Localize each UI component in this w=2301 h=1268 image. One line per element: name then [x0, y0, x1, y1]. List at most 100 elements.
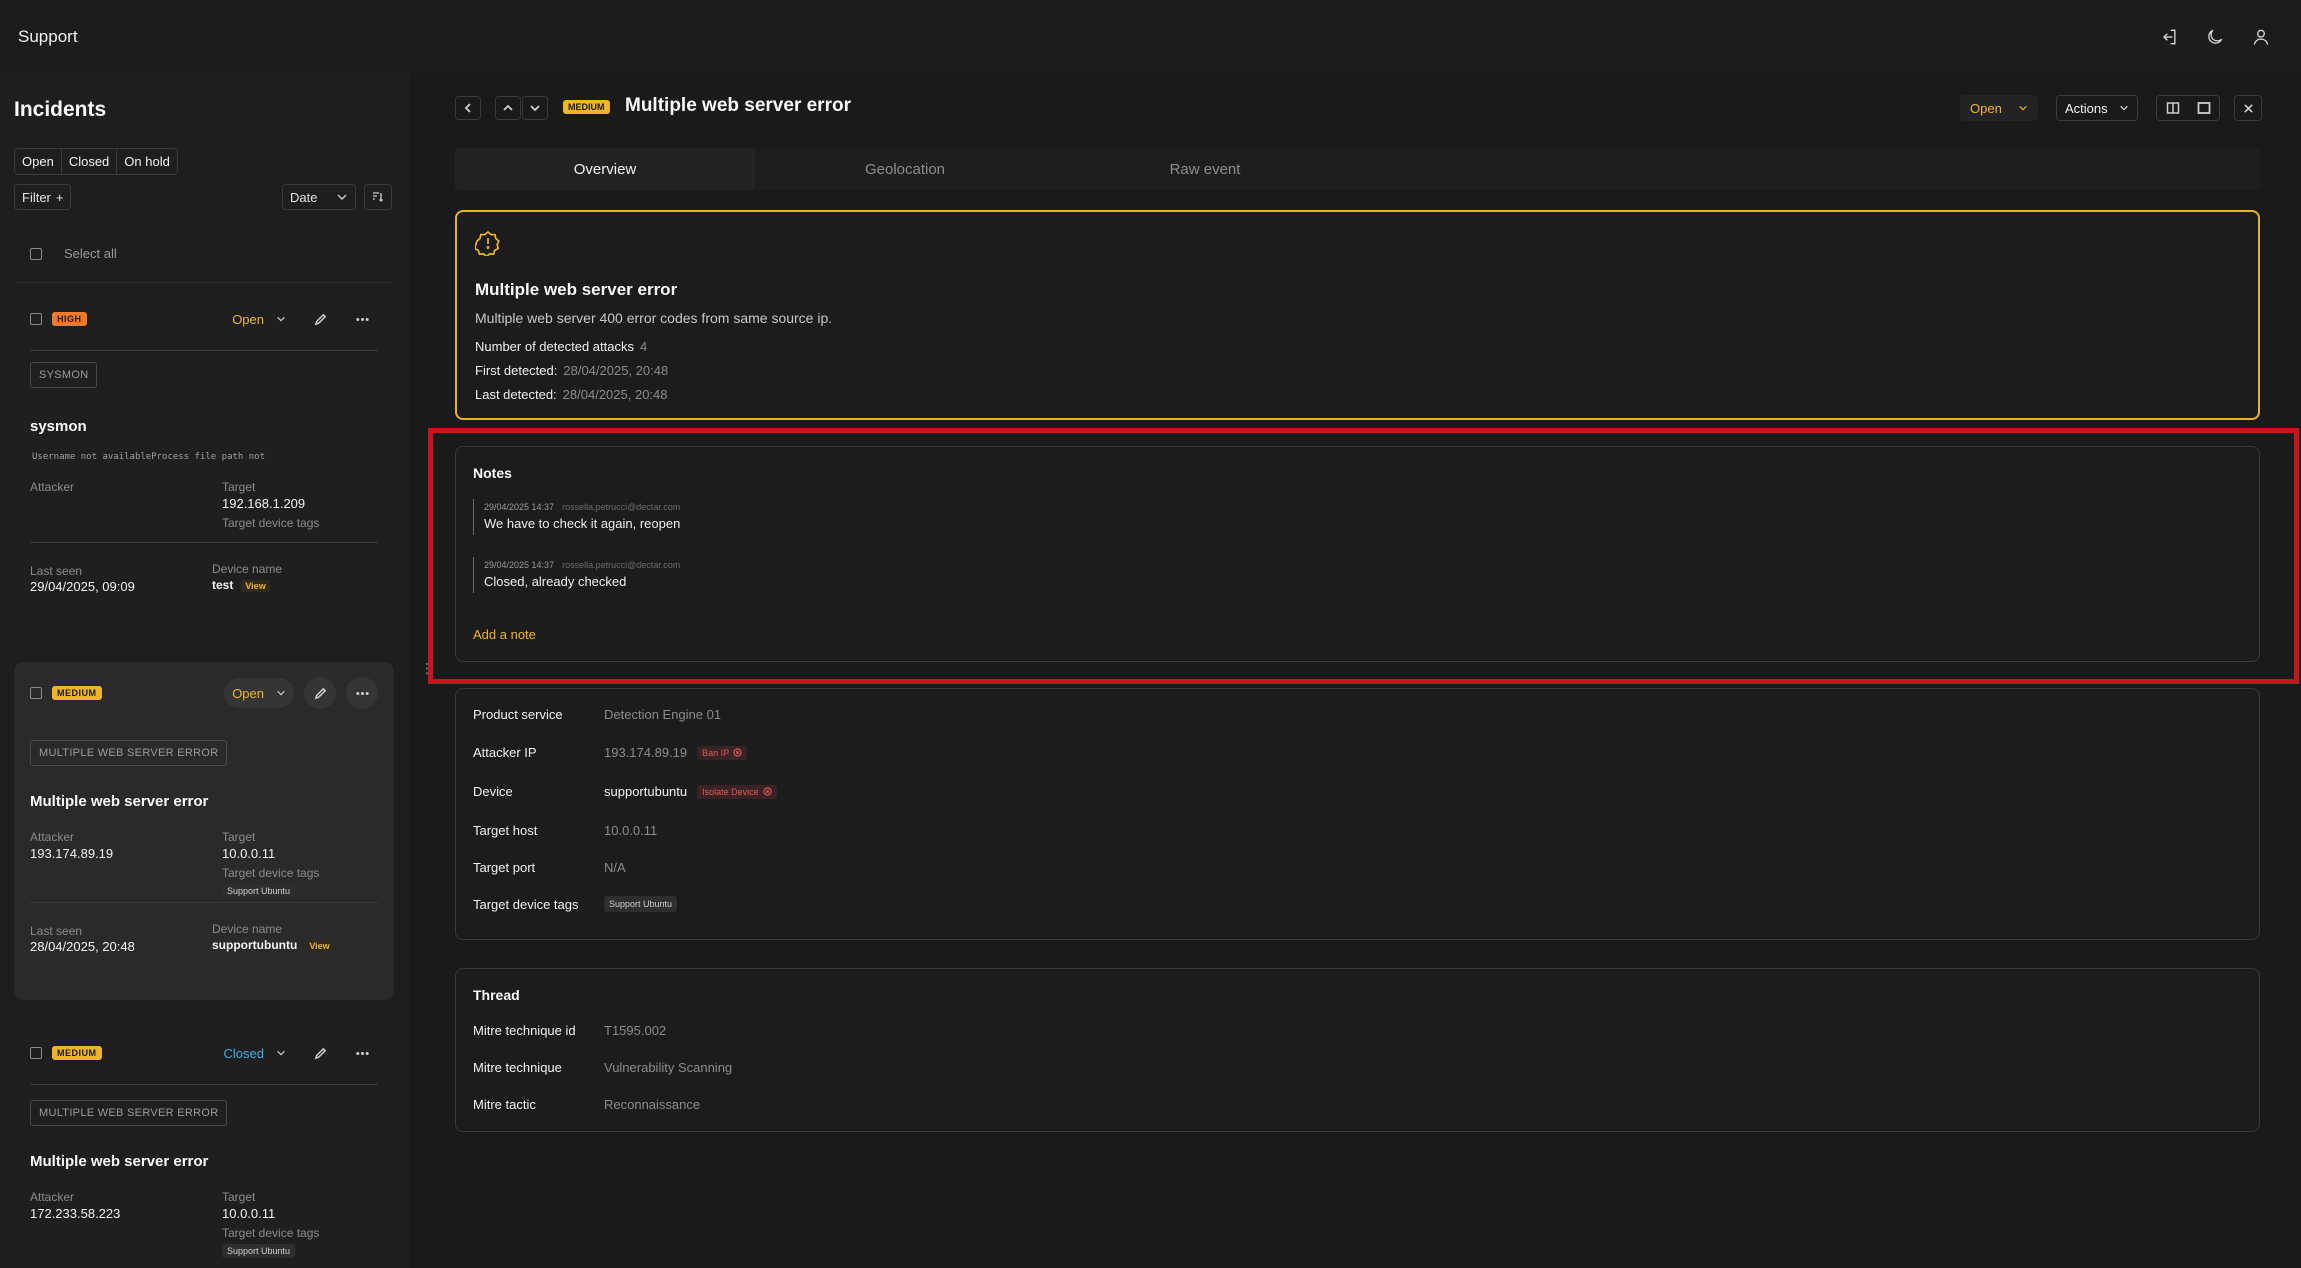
chevron-left-icon: [464, 103, 471, 113]
view-device-link[interactable]: View: [305, 940, 334, 952]
card-status-select[interactable]: Closed: [216, 1038, 294, 1068]
target-label: Target: [222, 830, 256, 844]
target-label: Target: [222, 1190, 256, 1204]
target-device-tags-label: Target device tags: [473, 897, 579, 912]
first-detected-value: 28/04/2025, 20:48: [563, 363, 669, 378]
incident-card[interactable]: MEDIUM Closed MULTIPLE WEB SERVER ERROR …: [14, 1022, 394, 1268]
incident-type-tag: SYSMON: [30, 362, 98, 388]
card-checkbox[interactable]: [30, 313, 42, 325]
incident-card-selected[interactable]: MEDIUM Open MULTIPLE WEB SERVER ERROR Mu…: [14, 662, 394, 1000]
sort-order-button[interactable]: [364, 184, 392, 210]
filter-label: Filter: [22, 189, 51, 205]
last-detected-label: Last detected:: [475, 387, 557, 402]
filter-button[interactable]: Filter +: [14, 184, 72, 210]
sort-select[interactable]: Date: [282, 184, 356, 210]
more-button[interactable]: [346, 1037, 378, 1069]
sort-label: Date: [290, 189, 318, 205]
status-tab-open[interactable]: Open: [15, 149, 62, 174]
edit-button[interactable]: [304, 1037, 336, 1069]
detected-attacks-value: 4: [639, 339, 648, 354]
note-item: 29/04/2025 14:37 rossella.petrucci@dectar…: [473, 557, 680, 593]
target-tags-label: Target device tags: [222, 1226, 320, 1240]
more-icon: [355, 317, 369, 321]
view-device-link[interactable]: View: [241, 580, 270, 592]
card-status-select[interactable]: Open: [224, 304, 294, 334]
status-tab-closed[interactable]: Closed: [61, 149, 118, 174]
severity-badge: MEDIUM: [52, 1046, 102, 1060]
user-icon[interactable]: [2249, 25, 2273, 49]
attacker-value: 172.233.58.223: [30, 1206, 121, 1221]
select-all-checkbox[interactable]: [30, 247, 42, 260]
more-icon: [355, 691, 369, 695]
tab-overview[interactable]: Overview: [455, 148, 755, 190]
card-description: Username not availableProcess file path …: [32, 452, 265, 462]
first-detected-label: First detected:: [475, 363, 558, 378]
incident-info-panel: Product service Detection Engine 01 Atta…: [455, 688, 2260, 940]
device-name: test: [212, 578, 234, 592]
card-checkbox[interactable]: [30, 1047, 42, 1059]
mitre-technique-value: Vulnerability Scanning: [604, 1060, 733, 1075]
edit-button[interactable]: [304, 303, 336, 335]
thread-title: Thread: [473, 987, 520, 1003]
target-device-tags-value: Support Ubuntu: [604, 896, 678, 912]
mitre-id-value: T1595.002: [604, 1023, 667, 1038]
close-icon: [2243, 103, 2253, 113]
edit-button[interactable]: [304, 677, 336, 709]
note-author: rossella.petrucci@dectar.com: [562, 502, 681, 512]
close-detail-button[interactable]: [2234, 95, 2262, 121]
detected-attacks-label: Number of detected attacks: [475, 339, 634, 354]
card-title: Multiple web server error: [30, 793, 209, 810]
panel-resize-handle[interactable]: ⋮: [420, 660, 434, 682]
device-name-label: Device name: [212, 562, 283, 576]
severity-badge: MEDIUM: [52, 686, 102, 700]
mitre-tactic-value: Reconnaissance: [604, 1097, 701, 1112]
full-view-button[interactable]: [2188, 96, 2219, 120]
note-meta: 29/04/2025 14:37 rossella.petrucci@dectar…: [484, 502, 680, 512]
actions-dropdown[interactable]: Actions: [2056, 95, 2138, 121]
sort-icon: [373, 192, 383, 202]
incident-type-tag: MULTIPLE WEB SERVER ERROR: [30, 1100, 228, 1126]
last-seen-label: Last seen: [30, 924, 83, 938]
target-tag-chip: Support Ubuntu: [604, 896, 678, 912]
tab-geolocation[interactable]: Geolocation: [755, 148, 1055, 190]
device-name-value: test View: [212, 578, 270, 592]
target-value: 10.0.0.11: [222, 846, 276, 861]
add-note-link[interactable]: Add a note: [473, 627, 536, 642]
more-icon: [355, 1051, 369, 1055]
first-detected-row: First detected: 28/04/2025, 20:48: [475, 363, 668, 378]
more-button[interactable]: [346, 677, 378, 709]
note-text: Closed, already checked: [484, 574, 627, 589]
incident-card[interactable]: HIGH Open SYSMON sysmon Username not ava…: [14, 288, 394, 628]
app-title: Support: [18, 27, 78, 46]
incident-sidebar: Incidents Open Closed On hold Filter + D…: [0, 74, 410, 1268]
card-checkbox[interactable]: [30, 687, 42, 699]
next-incident-button[interactable]: [522, 96, 548, 120]
more-button[interactable]: [346, 303, 378, 335]
target-label: Target: [222, 480, 256, 494]
card-header: MEDIUM Open: [30, 677, 378, 709]
card-status-select[interactable]: Open: [224, 678, 294, 708]
plus-icon: +: [55, 189, 64, 205]
back-button[interactable]: [455, 96, 481, 120]
card-status-label: Open: [232, 685, 264, 701]
ban-ip-button[interactable]: Ban IP: [697, 745, 748, 760]
mitre-tactic-label: Mitre tactic: [473, 1097, 536, 1112]
incident-type-tag: MULTIPLE WEB SERVER ERROR: [30, 740, 228, 766]
isolate-device-label: Isolate Device: [702, 786, 759, 797]
circle-x-icon: [763, 787, 772, 796]
previous-incident-button[interactable]: [495, 96, 521, 120]
device-name: supportubuntu: [212, 938, 298, 952]
target-tag-chip: Support Ubuntu: [222, 1244, 296, 1258]
status-tab-on-hold[interactable]: On hold: [117, 149, 177, 174]
isolate-device-button[interactable]: Isolate Device: [697, 784, 777, 799]
moon-icon[interactable]: [2203, 25, 2227, 49]
product-service-value: Detection Engine 01: [604, 707, 722, 722]
detail-status-label: Open: [1970, 100, 2002, 116]
device-value: supportubuntu: [604, 784, 688, 799]
split-view-button[interactable]: [2157, 96, 2188, 120]
tab-raw-event[interactable]: Raw event: [1055, 148, 1355, 190]
detail-status-select[interactable]: Open: [1960, 95, 2038, 121]
note-text: We have to check it again, reopen: [484, 516, 681, 531]
select-all-label: Select all: [64, 246, 117, 261]
logout-icon[interactable]: [2157, 25, 2181, 49]
